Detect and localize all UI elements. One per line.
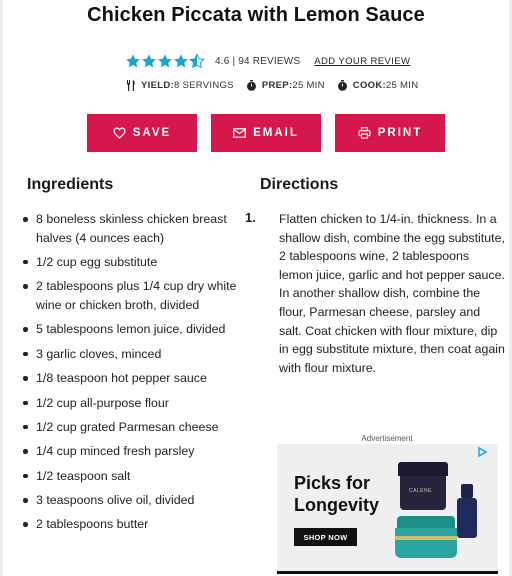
cook-value: 25 MIN	[385, 79, 419, 91]
ingredient-item: 1/2 teaspoon salt	[21, 467, 241, 486]
product-jar-image	[395, 536, 457, 540]
product-label: CALENE	[409, 488, 433, 494]
product-jar-image	[398, 462, 448, 476]
ingredient-item: 3 teaspoons olive oil, divided	[21, 491, 241, 510]
ad-headline-line: Longevity	[294, 495, 380, 515]
yield-label: YIELD:	[141, 79, 174, 91]
ingredient-item: 8 boneless skinless chicken breast halve…	[21, 210, 241, 247]
email-button[interactable]: EMAIL	[211, 114, 321, 152]
ingredient-item: 5 tablespoons lemon juice, divided	[21, 320, 241, 339]
direction-step-text: Flatten chicken to 1/4-in. thickness. In…	[279, 212, 505, 375]
ingredients-heading: Ingredients	[27, 176, 114, 193]
page-left-border	[0, 0, 3, 576]
yield-value: 8 SERVINGS	[173, 79, 234, 91]
print-button[interactable]: PRINT	[335, 114, 445, 152]
advertisement-label: Advertisement	[361, 434, 413, 443]
ingredient-item: 1/2 cup egg substitute	[21, 253, 241, 272]
printer-icon	[358, 127, 371, 139]
timer-icon	[337, 79, 347, 91]
heart-icon	[113, 127, 126, 139]
save-button[interactable]: SAVE	[87, 114, 197, 152]
star-icon	[174, 54, 188, 68]
ad-bottom-border	[277, 571, 498, 574]
rating-row: 4.6 | 94 REVIEWS ADD YOUR REVIEW	[125, 51, 410, 71]
save-label: SAVE	[132, 127, 172, 139]
add-review-link[interactable]: ADD YOUR REVIEW	[314, 56, 410, 67]
print-label: PRINT	[377, 127, 423, 139]
recipe-meta: YIELD: 8 SERVINGS PREP: 25 MIN COOK: 25 …	[126, 78, 430, 92]
email-label: EMAIL	[253, 127, 299, 139]
ingredient-item: 1/8 teaspoon hot pepper sauce	[21, 369, 241, 388]
cook-label: COOK:	[352, 79, 386, 91]
star-icon	[142, 54, 156, 68]
ingredients-list: 8 boneless skinless chicken breast halve…	[21, 210, 241, 540]
star-icon	[158, 54, 172, 68]
direction-step-number: 1.	[245, 210, 256, 225]
ingredient-item: 1/4 cup minced fresh parsley	[21, 442, 241, 461]
product-bottle-image	[461, 484, 473, 498]
ingredient-item: 1/2 cup grated Parmesan cheese	[21, 418, 241, 437]
product-bottle-image	[457, 498, 477, 538]
prep-value: 25 MIN	[292, 79, 325, 91]
directions-heading: Directions	[260, 176, 339, 193]
envelope-icon	[233, 128, 246, 138]
ingredient-item: 2 tablespoons butter	[21, 515, 241, 534]
ad-headline-line: Picks for	[294, 473, 371, 493]
half-star-icon	[189, 53, 205, 69]
cook-meta: COOK: 25 MIN	[337, 79, 419, 91]
recipe-title: Chicken Piccata with Lemon Sauce	[87, 4, 425, 26]
ingredient-item: 2 tablespoons plus 1/4 cup dry white win…	[21, 277, 241, 314]
ingredient-item: 1/2 cup all-purpose flour	[21, 394, 241, 413]
adchoices-icon[interactable]	[476, 446, 488, 458]
rating-summary: 4.6 | 94 REVIEWS	[215, 55, 301, 67]
product-jar-image	[397, 516, 455, 528]
prep-meta: PREP: 25 MIN	[246, 79, 325, 91]
rating-stars[interactable]	[125, 53, 205, 69]
timer-icon	[246, 79, 256, 91]
advertisement-banner[interactable]: Picks for Longevity SHOP NOW CALENE	[277, 444, 498, 574]
ad-headline: Picks for Longevity	[294, 472, 379, 516]
prep-label: PREP:	[261, 79, 293, 91]
yield-meta: YIELD: 8 SERVINGS	[126, 79, 234, 91]
utensils-icon	[127, 79, 135, 91]
product-jar-image	[395, 528, 457, 558]
shop-now-button[interactable]: SHOP NOW	[294, 528, 357, 546]
star-icon	[126, 54, 140, 68]
ingredient-item: 3 garlic cloves, minced	[21, 345, 241, 364]
